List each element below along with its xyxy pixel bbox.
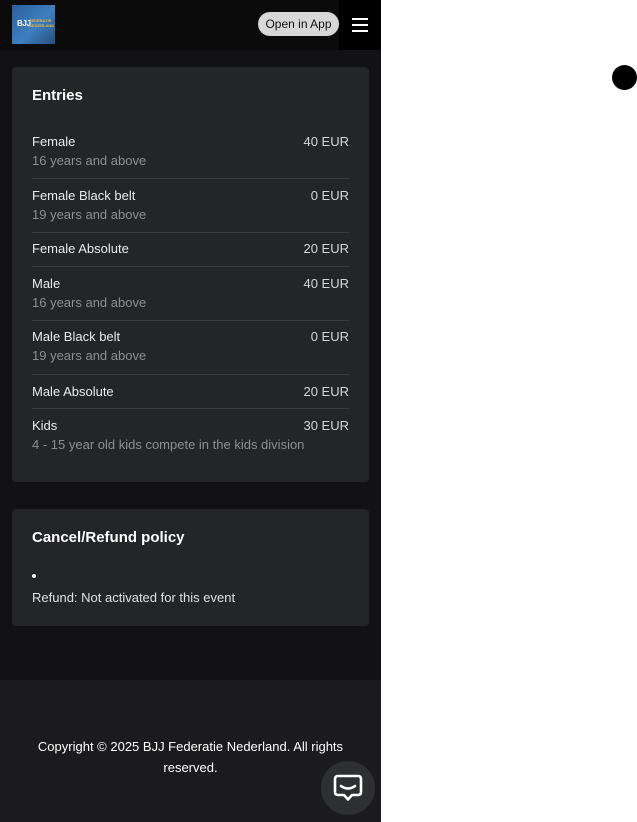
entry-divider bbox=[32, 232, 349, 233]
hamburger-menu-icon bbox=[352, 30, 368, 32]
entry-divider bbox=[32, 320, 349, 321]
entry-price: 20 EUR bbox=[303, 241, 349, 256]
hamburger-menu-icon bbox=[352, 18, 368, 20]
entry-name: Male Black belt bbox=[32, 329, 121, 344]
entry-divider bbox=[32, 266, 349, 267]
logo-subtext: FEDERATIE NEDERLAND bbox=[29, 18, 55, 28]
entries-title: Entries bbox=[32, 87, 83, 104]
entry-price: 0 EUR bbox=[310, 188, 349, 203]
refund-policy-title: Cancel/Refund policy bbox=[32, 529, 185, 546]
entry-divider bbox=[32, 178, 349, 179]
entry-description: 16 years and above bbox=[32, 153, 147, 168]
entry-description: 19 years and above bbox=[32, 207, 147, 222]
chat-button[interactable] bbox=[321, 761, 375, 815]
entry-price: 40 EUR bbox=[303, 276, 349, 291]
entry-name: Kids bbox=[32, 418, 58, 433]
bullet-point bbox=[32, 574, 36, 578]
top-bar: BJJ FEDERATIE NEDERLAND Open in App bbox=[0, 0, 381, 50]
app-page: BJJ FEDERATIE NEDERLAND Open in App Entri… bbox=[0, 0, 381, 822]
entry-name: Female bbox=[32, 134, 76, 149]
chat-icon bbox=[333, 774, 363, 801]
entry-description: 19 years and above bbox=[32, 348, 147, 363]
entry-divider bbox=[32, 374, 349, 375]
menu-button[interactable] bbox=[339, 0, 381, 50]
entry-description: 4 - 15 year old kids compete in the kids… bbox=[32, 437, 305, 452]
entry-divider bbox=[32, 408, 349, 409]
open-in-app-button[interactable]: Open in App bbox=[258, 12, 339, 36]
entry-name: Female Absolute bbox=[32, 241, 129, 256]
bjj-logo[interactable]: BJJ FEDERATIE NEDERLAND bbox=[12, 5, 55, 44]
entry-name: Male bbox=[32, 276, 61, 291]
entry-name: Male Absolute bbox=[32, 384, 114, 399]
entry-name: Female Black belt bbox=[32, 188, 136, 203]
entry-description: 16 years and above bbox=[32, 295, 147, 310]
entry-price: 20 EUR bbox=[303, 384, 349, 399]
black-dot bbox=[612, 65, 637, 90]
copyright-text: Copyright © 2025 BJJ Federatie Nederland… bbox=[37, 739, 344, 775]
refund-policy-card: Cancel/Refund policy Refund: Not activat… bbox=[12, 509, 369, 626]
refund-policy-text: Refund: Not activated for this event bbox=[32, 590, 236, 605]
entry-price: 30 EUR bbox=[303, 418, 349, 433]
entry-price: 0 EUR bbox=[310, 329, 349, 344]
hamburger-menu-icon bbox=[352, 24, 368, 26]
entry-price: 40 EUR bbox=[303, 134, 349, 149]
entries-card: Entries Female 40 EUR 16 years and above… bbox=[12, 67, 369, 482]
